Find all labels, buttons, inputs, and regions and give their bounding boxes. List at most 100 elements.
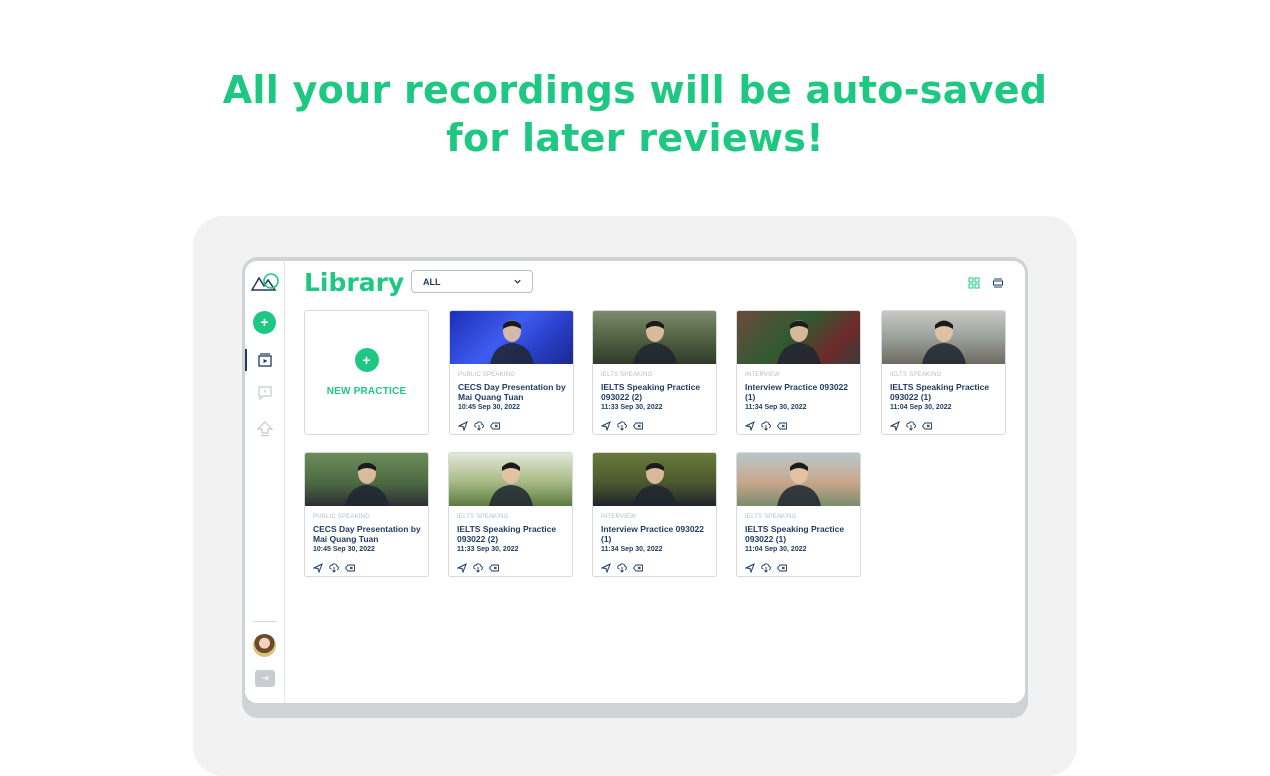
card-actions <box>600 560 643 574</box>
delete-icon[interactable] <box>344 560 355 572</box>
recording-title[interactable]: IELTS Speaking Practice 093022 (1) <box>890 382 1002 402</box>
delete-icon[interactable] <box>921 418 932 430</box>
sidebar: + ⇥ <box>245 261 285 703</box>
recording-timestamp: 10:45 Sep 30, 2022 <box>458 404 520 411</box>
recording-timestamp: 11:33 Sep 30, 2022 <box>457 546 519 553</box>
share-icon[interactable] <box>600 418 611 432</box>
plus-icon: + <box>354 348 379 372</box>
headline-line-1: All your recordings will be auto-saved <box>222 68 1048 112</box>
card-actions <box>744 418 787 432</box>
delete-icon[interactable] <box>632 560 643 572</box>
app-logo-icon <box>251 273 279 291</box>
logout-button[interactable]: ⇥ <box>255 670 275 687</box>
recording-card[interactable]: IELTS SPEAKING IELTS Speaking Practice 09… <box>736 452 861 577</box>
recording-category: INTERVIEW <box>745 372 781 378</box>
plus-icon: + <box>260 314 269 330</box>
chevron-down-icon <box>514 279 521 284</box>
download-icon[interactable] <box>761 560 771 573</box>
card-actions <box>889 418 932 432</box>
category-filter-select[interactable]: ALL <box>411 270 533 293</box>
headline: All your recordings will be auto-saved f… <box>0 66 1270 162</box>
card-actions <box>744 560 787 574</box>
new-practice-card[interactable]: + NEW PRACTICE <box>304 310 429 435</box>
recording-card[interactable]: PUBLIC SPEAKING CECS Day Presentation by … <box>304 452 429 577</box>
recording-timestamp: 11:34 Sep 30, 2022 <box>601 546 663 553</box>
person-silhouette <box>777 320 821 364</box>
delete-icon[interactable] <box>776 560 787 572</box>
person-silhouette <box>633 462 677 506</box>
logout-icon: ⇥ <box>261 673 269 683</box>
new-recording-button[interactable]: + <box>253 311 276 334</box>
delete-icon[interactable] <box>489 418 500 430</box>
recording-timestamp: 10:45 Sep 30, 2022 <box>313 546 375 553</box>
download-icon[interactable] <box>617 560 627 573</box>
recording-category: PUBLIC SPEAKING <box>458 372 516 378</box>
recording-timestamp: 11:33 Sep 30, 2022 <box>601 404 663 411</box>
recording-thumbnail[interactable] <box>882 311 1005 364</box>
active-indicator <box>245 349 247 371</box>
recording-card[interactable]: IELTS SPEAKING IELTS Speaking Practice 09… <box>592 310 717 435</box>
share-icon[interactable] <box>889 418 900 432</box>
grid-view-icon[interactable] <box>968 277 980 289</box>
download-icon[interactable] <box>761 418 771 431</box>
recording-thumbnail[interactable] <box>450 311 573 364</box>
recording-title[interactable]: IELTS Speaking Practice 093022 (2) <box>457 524 569 544</box>
recording-category: IELTS SPEAKING <box>457 514 509 520</box>
filter-selected-value: ALL <box>423 277 441 287</box>
recording-thumbnail[interactable] <box>305 453 428 506</box>
recording-card[interactable]: IELTS SPEAKING IELTS Speaking Practice 09… <box>881 310 1006 435</box>
avatar[interactable] <box>253 634 276 657</box>
recording-title[interactable]: CECS Day Presentation by Mai Quang Tuan <box>458 382 570 402</box>
recording-category: IELTS SPEAKING <box>601 372 653 378</box>
download-icon[interactable] <box>474 418 484 431</box>
recording-thumbnail[interactable] <box>737 453 860 506</box>
card-actions <box>600 418 643 432</box>
recording-card[interactable]: PUBLIC SPEAKING CECS Day Presentation by … <box>449 310 574 435</box>
person-silhouette <box>489 462 533 506</box>
headline-line-2: for later reviews! <box>446 116 824 160</box>
upload-icon[interactable] <box>257 421 273 437</box>
recording-category: IELTS SPEAKING <box>890 372 942 378</box>
download-icon[interactable] <box>473 560 483 573</box>
recording-timestamp: 11:34 Sep 30, 2022 <box>745 404 807 411</box>
chat-icon[interactable] <box>257 385 273 401</box>
recording-title[interactable]: CECS Day Presentation by Mai Quang Tuan <box>313 524 425 544</box>
recording-title[interactable]: Interview Practice 093022 (1) <box>601 524 713 544</box>
list-view-icon[interactable] <box>992 277 1004 289</box>
recording-thumbnail[interactable] <box>593 311 716 364</box>
share-icon[interactable] <box>312 560 323 574</box>
recording-title[interactable]: IELTS Speaking Practice 093022 (2) <box>601 382 713 402</box>
person-silhouette <box>490 320 534 364</box>
recording-timestamp: 11:04 Sep 30, 2022 <box>890 404 952 411</box>
recording-category: INTERVIEW <box>601 514 637 520</box>
recording-card[interactable]: INTERVIEW Interview Practice 093022 (1) 11… <box>592 452 717 577</box>
share-icon[interactable] <box>457 418 468 432</box>
share-icon[interactable] <box>744 418 755 432</box>
library-icon[interactable] <box>257 352 273 368</box>
card-actions <box>456 560 499 574</box>
person-silhouette <box>345 462 389 506</box>
recording-thumbnail[interactable] <box>593 453 716 506</box>
download-icon[interactable] <box>617 418 627 431</box>
delete-icon[interactable] <box>776 418 787 430</box>
recording-thumbnail[interactable] <box>449 453 572 506</box>
person-silhouette <box>633 320 677 364</box>
share-icon[interactable] <box>744 560 755 574</box>
recording-timestamp: 11:04 Sep 30, 2022 <box>745 546 807 553</box>
card-actions <box>312 560 355 574</box>
recording-card[interactable]: IELTS SPEAKING IELTS Speaking Practice 09… <box>448 452 573 577</box>
delete-icon[interactable] <box>632 418 643 430</box>
new-practice-label: NEW PRACTICE <box>326 386 407 397</box>
recording-title[interactable]: IELTS Speaking Practice 093022 (1) <box>745 524 857 544</box>
page-title: Library <box>304 268 405 297</box>
recording-card[interactable]: INTERVIEW Interview Practice 093022 (1) 11… <box>736 310 861 435</box>
download-icon[interactable] <box>906 418 916 431</box>
recording-thumbnail[interactable] <box>737 311 860 364</box>
recording-title[interactable]: Interview Practice 093022 (1) <box>745 382 857 402</box>
app-screen: + ⇥ Library ALL + NEW PRACTICE PUBLIC SP… <box>245 261 1025 703</box>
download-icon[interactable] <box>329 560 339 573</box>
sidebar-divider <box>253 621 277 622</box>
delete-icon[interactable] <box>488 560 499 572</box>
share-icon[interactable] <box>456 560 467 574</box>
share-icon[interactable] <box>600 560 611 574</box>
